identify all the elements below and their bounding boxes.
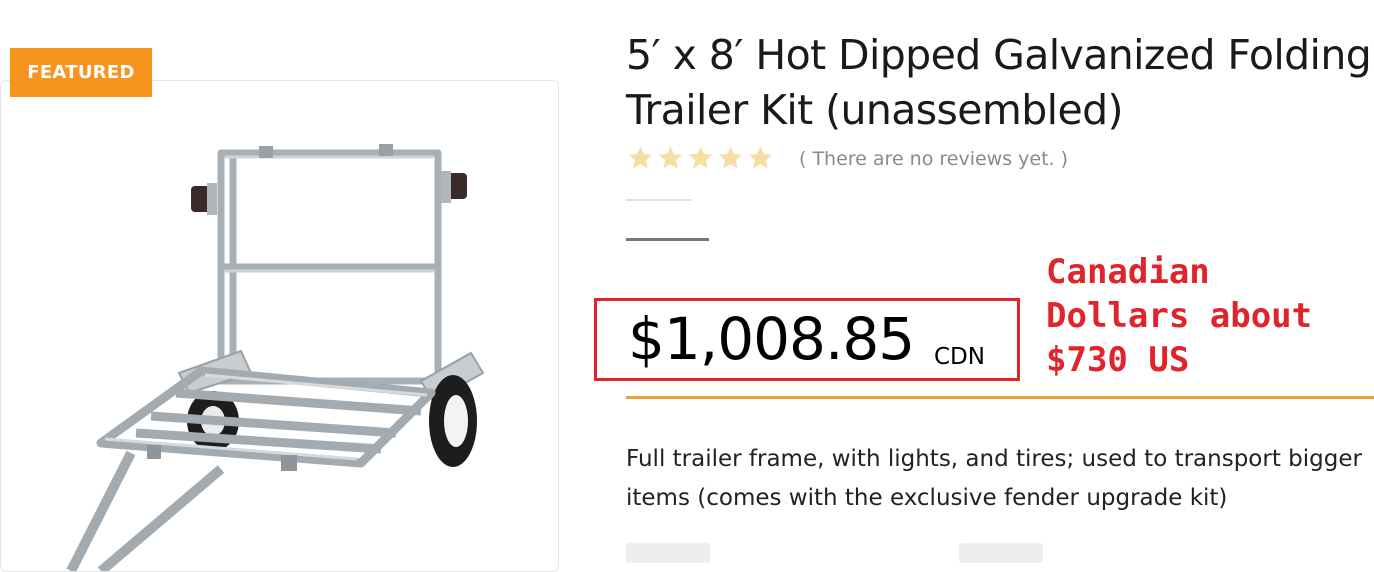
annotation-line: $730 US	[1046, 340, 1190, 380]
divider-dark	[626, 238, 709, 241]
divider-light	[626, 199, 692, 201]
clipped-text-fragment	[800, 0, 960, 4]
product-description: Full trailer frame, with lights, and tir…	[626, 446, 1362, 511]
star-icon	[628, 146, 653, 169]
reviews-link[interactable]: ( There are no reviews yet. )	[799, 148, 1068, 170]
trailer-image	[66, 144, 485, 571]
price-currency: CDN	[934, 344, 985, 370]
quantity-control[interactable]	[626, 543, 710, 563]
featured-badge: FEATURED	[10, 48, 152, 97]
star-icon	[658, 146, 683, 169]
annotation-line: Canadian	[1046, 252, 1210, 292]
star-icon	[688, 146, 713, 169]
product-title: 5′ x 8′ Hot Dipped Galvanized Folding Tr…	[626, 31, 1372, 134]
star-icon	[748, 146, 773, 169]
product-image-card[interactable]	[0, 80, 559, 572]
featured-badge-label: FEATURED	[27, 62, 135, 83]
star-icon	[718, 146, 743, 169]
annotation-line: Dollars about	[1046, 296, 1313, 336]
price-amount: $1,008.85	[628, 305, 915, 373]
currency-annotation: Canadian Dollars about $730 US	[1046, 250, 1366, 382]
add-to-cart-button[interactable]	[959, 543, 1043, 563]
divider-accent	[626, 396, 1374, 399]
rating-stars[interactable]	[626, 144, 775, 174]
